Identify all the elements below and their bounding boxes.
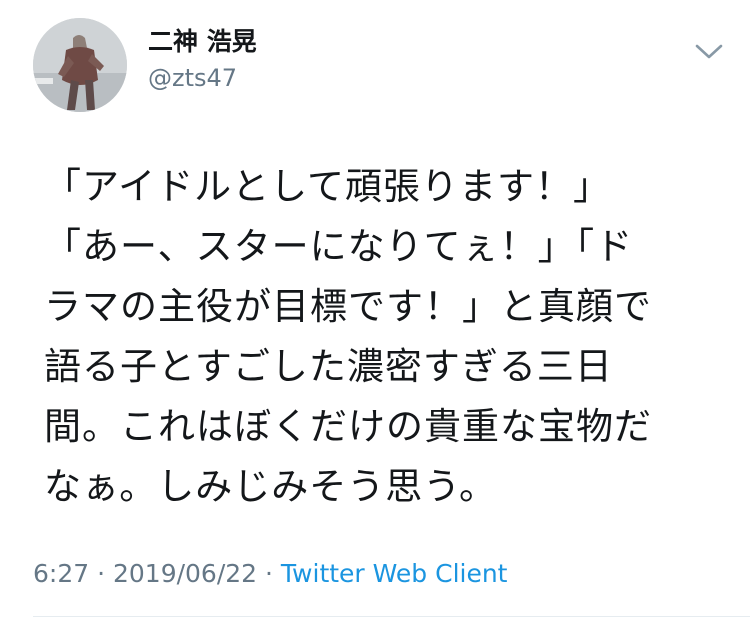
tweet-text-line: 「あー、スターになりてぇ！」「ド: [44, 225, 634, 268]
tweet-time[interactable]: 6:27: [33, 559, 89, 588]
meta-separator: ·: [89, 559, 113, 588]
tweet-text-line: ラマの主役が目標です！」と真顔で: [44, 285, 652, 328]
avatar-photo-icon: [33, 18, 127, 112]
chevron-down-icon[interactable]: [693, 39, 725, 63]
tweet-text-line: 間。これはぼくだけの貴重な宝物だ: [44, 405, 652, 448]
avatar[interactable]: [33, 18, 127, 112]
meta-separator: ·: [257, 559, 281, 588]
user-handle[interactable]: @zts47: [148, 62, 237, 94]
user-display-name[interactable]: 二神 浩晃: [148, 26, 257, 58]
tweet-text-line: なぁ。しみじみそう思う。: [44, 465, 498, 508]
tweet-date[interactable]: 2019/06/22: [113, 559, 257, 588]
tweet-card: 二神 浩晃 @zts47 「アイドルとして頑張ります！」 「あー、スターになりて…: [0, 0, 750, 620]
tweet-text: 「アイドルとして頑張ります！」 「あー、スターになりてぇ！」「ド ラマの主役が目…: [44, 157, 724, 517]
tweet-source-link[interactable]: Twitter Web Client: [281, 559, 508, 588]
tweet-meta: 6:27 · 2019/06/22 · Twitter Web Client: [33, 557, 507, 591]
tweet-text-line: 語る子とすごした濃密すぎる三日: [44, 345, 613, 388]
divider: [33, 616, 750, 617]
tweet-text-line: 「アイドルとして頑張ります！」: [44, 165, 612, 208]
